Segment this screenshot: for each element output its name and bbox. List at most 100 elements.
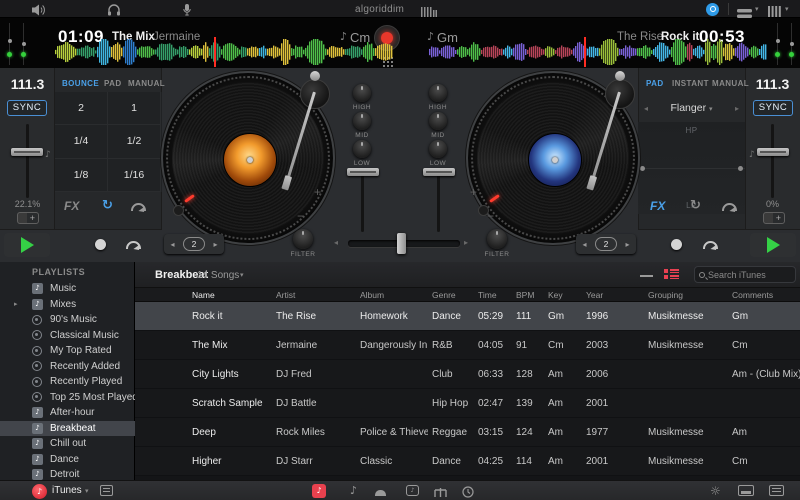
deck2-waveform[interactable] — [429, 39, 767, 65]
deck1-pitch-range-icon[interactable]: + — [17, 212, 39, 224]
sidebar-item-music[interactable]: ♪ Music — [0, 281, 135, 297]
deck2-pitch-bend-minus[interactable]: − — [487, 209, 494, 223]
bounce-pad-1[interactable]: 1 — [108, 92, 161, 126]
deck2-tab-manual[interactable]: MANUAL — [712, 79, 749, 88]
deck1-record-button[interactable] — [95, 239, 106, 250]
column-header-key[interactable]: Key — [544, 290, 582, 300]
deck2-eq-low-knob[interactable] — [429, 140, 447, 158]
deck1-filter-knob[interactable] — [293, 229, 313, 249]
mini-fader-left-2-handle[interactable] — [21, 42, 26, 46]
crossfader-handle[interactable] — [397, 233, 406, 254]
songs-icon[interactable]: ♪ — [350, 484, 357, 497]
sidebar-item-my-top-rated[interactable]: My Top Rated — [0, 343, 135, 359]
deck1-pitch-slider[interactable] — [26, 124, 29, 198]
deck1-tab-manual[interactable]: MANUAL — [128, 79, 165, 88]
table-row[interactable]: City Lights DJ Fred Club 06:33 128 Am 20… — [135, 360, 800, 389]
mini-fader-left-1[interactable] — [9, 23, 10, 65]
deck2-cue-mode-icon[interactable] — [722, 203, 737, 211]
connect-status-icon[interactable] — [706, 2, 719, 16]
mini-fader-left-1-handle[interactable] — [7, 39, 12, 43]
mini-fader-right-2-handle[interactable] — [789, 42, 794, 46]
deck2-volume-fader[interactable] — [437, 170, 440, 232]
source-caret-icon[interactable]: ▾ — [85, 487, 89, 495]
deck1-pitch-bend-minus[interactable]: − — [297, 209, 304, 223]
itunes-source-icon[interactable]: ♪ — [32, 483, 47, 499]
column-header-bpm[interactable]: BPM — [512, 290, 544, 300]
deck2-cue-button[interactable] — [703, 241, 718, 249]
view-layout-caret-icon[interactable]: ▾ — [755, 5, 759, 13]
deck2-loop-length[interactable]: 2 — [595, 237, 617, 251]
column-header-year[interactable]: Year — [582, 290, 644, 300]
source-list-toggle-icon[interactable] — [100, 485, 113, 496]
deck2-volume-fader-handle[interactable] — [423, 168, 455, 176]
bounce-pad-eighth[interactable]: 1/8 — [55, 158, 108, 192]
deck2-filter-knob[interactable] — [487, 229, 507, 249]
deck1-waveform[interactable] — [55, 39, 393, 65]
column-header-genre[interactable]: Genre — [428, 290, 474, 300]
sidebar-item-chill-out[interactable]: ♪ Chill out — [0, 436, 135, 452]
deck2-sync-button[interactable]: SYNC — [753, 100, 793, 116]
deck2-loop-decrease[interactable]: ◂ — [576, 240, 593, 249]
deck1-cue-mode-icon[interactable] — [131, 203, 146, 211]
library-song-count[interactable]: 14 Songs — [197, 270, 239, 281]
library-playlists-icon[interactable]: ♪ — [312, 484, 326, 498]
queue-list-icon[interactable] — [769, 485, 784, 496]
source-name[interactable]: iTunes — [52, 485, 82, 496]
deck1-loop-mode-icon[interactable]: ↻ — [102, 198, 113, 213]
deck1-tab-pad[interactable]: PAD — [104, 79, 122, 88]
deck1-pitch-bend-plus[interactable]: + — [314, 185, 321, 199]
table-row[interactable]: The Mix Jermaine Dangerously In Love R&B… — [135, 331, 800, 360]
deck2-pitch-slider-handle[interactable] — [757, 148, 789, 156]
table-row[interactable]: Higher DJ Starr Classic Dance 04:25 114 … — [135, 447, 800, 476]
sidebar-item-90s-music[interactable]: 90's Music — [0, 312, 135, 328]
deck1-play-button[interactable] — [4, 233, 50, 257]
deck2-eq-mid-knob[interactable] — [429, 112, 447, 130]
column-header-artist[interactable]: Artist — [272, 290, 356, 300]
sidebar-item-mixes[interactable]: ▸ ♪ Mixes — [0, 297, 135, 313]
deck2-tab-pad[interactable]: PAD — [646, 79, 664, 88]
bounce-pad-2[interactable]: 2 — [55, 92, 108, 126]
deck2-play-button[interactable] — [750, 233, 796, 257]
xy-pad-dot-right[interactable] — [738, 166, 743, 171]
table-row[interactable]: Scratch Sample DJ Battle Hip Hop 02:47 1… — [135, 389, 800, 418]
bounce-pad-quarter[interactable]: 1/4 — [55, 125, 108, 159]
sidebar-item-recently-added[interactable]: Recently Added — [0, 359, 135, 375]
deck2-loop-increase[interactable]: ▸ — [619, 240, 636, 249]
effect-selector[interactable]: Flanger ▾ — [638, 102, 745, 114]
column-header-album[interactable]: Album — [356, 290, 428, 300]
genres-icon[interactable] — [434, 485, 447, 500]
sidebar-item-after-hour[interactable]: ♪ After-hour — [0, 405, 135, 421]
deck2-record-button[interactable] — [671, 239, 682, 250]
deck1-eq-high-knob[interactable] — [353, 84, 371, 102]
bounce-pad-sixteenth[interactable]: 1/16 — [108, 158, 161, 192]
deck2-eq-high-knob[interactable] — [429, 84, 447, 102]
deck2-loop-mode-icon[interactable]: ↻ — [690, 198, 701, 213]
search-input[interactable] — [708, 269, 791, 280]
sidebar-item-classical-music[interactable]: Classical Music — [0, 328, 135, 344]
deck1-loop-increase[interactable]: ▸ — [207, 240, 224, 249]
mixer-columns-caret-icon[interactable]: ▾ — [785, 5, 789, 13]
table-row[interactable]: Deep Rock Miles Police & Thieves Reggae … — [135, 418, 800, 447]
xy-pad-dot-left[interactable] — [640, 166, 645, 171]
crossfader-left-arrow[interactable]: ◂ — [334, 238, 338, 247]
history-clock-icon[interactable] — [462, 485, 474, 500]
deck2-pitch-range-icon[interactable]: + — [763, 212, 785, 224]
deck1-eq-low-knob[interactable] — [353, 140, 371, 158]
sidebar-item-dance[interactable]: ♪ Dance — [0, 452, 135, 468]
deck2-pitch-bend-plus[interactable]: + — [470, 185, 477, 199]
search-field[interactable] — [694, 266, 796, 283]
sidebar-item-recently-played[interactable]: Recently Played — [0, 374, 135, 390]
deck1-loop-length[interactable]: 2 — [183, 237, 205, 251]
column-header-comments[interactable]: Comments — [728, 290, 800, 300]
day-night-toggle-icon[interactable]: ☼ — [710, 484, 721, 498]
deck2-pitch-slider[interactable] — [771, 124, 774, 198]
deck1-cue-button[interactable] — [126, 241, 141, 249]
deck1-fx-mode-icon[interactable]: FX — [64, 199, 79, 213]
sidebar-item-top-25-most-played[interactable]: Top 25 Most Played — [0, 390, 138, 406]
effect-next-arrow[interactable]: ▸ — [735, 104, 739, 113]
deck2-fx-mode-icon[interactable]: FX — [650, 199, 665, 213]
deck1-pitch-slider-handle[interactable] — [11, 148, 43, 156]
disclosure-icon[interactable]: ▸ — [14, 300, 18, 308]
column-header-time[interactable]: Time — [474, 290, 512, 300]
deck2-tab-instant[interactable]: INSTANT — [672, 79, 709, 88]
